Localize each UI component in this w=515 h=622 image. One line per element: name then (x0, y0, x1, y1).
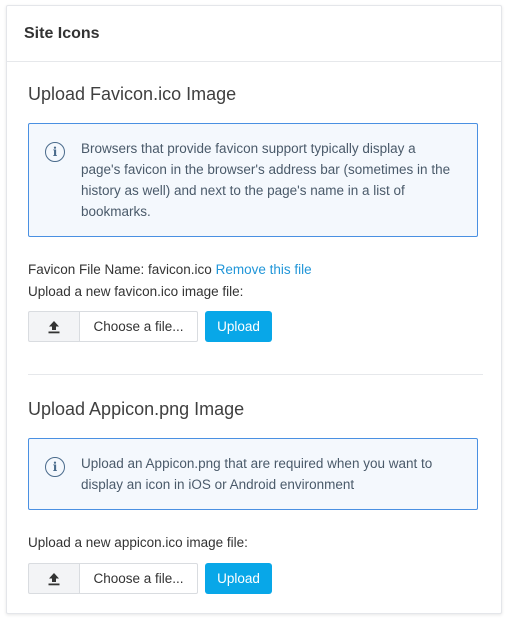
appicon-info-line: Upload an Appicon.png that are required … (81, 456, 433, 471)
appicon-upload-button[interactable]: Upload (205, 563, 272, 594)
favicon-upload-button[interactable]: Upload (205, 311, 272, 342)
favicon-section-title-wrap: Upload Favicon.ico Image (28, 84, 483, 105)
appicon-info-line: display an icon in iOS or Android enviro… (81, 477, 355, 492)
site-icons-card: Site Icons Upload Favicon.ico Image i Br… (6, 5, 502, 614)
info-icon: i (45, 142, 65, 162)
favicon-file-name-row: Favicon File Name: favicon.ico Remove th… (28, 262, 312, 277)
favicon-choose-file[interactable]: Choose a file... (79, 311, 198, 342)
appicon-upload-prompt: Upload a new appicon.ico image file: (28, 535, 248, 550)
info-icon: i (45, 457, 65, 477)
appicon-choose-file[interactable]: Choose a file... (79, 563, 198, 594)
favicon-file-icon-button[interactable] (28, 311, 79, 342)
favicon-info-line: history as well) and next to the page's … (81, 183, 405, 198)
favicon-file-picker: Choose a file... Upload (28, 311, 272, 342)
remove-file-link[interactable]: Remove this file (216, 262, 312, 277)
appicon-section-title: Upload Appicon.png Image (28, 399, 245, 419)
card-header: Site Icons (7, 6, 501, 62)
appicon-section-title-wrap: Upload Appicon.png Image (28, 399, 483, 420)
appicon-file-picker: Choose a file... Upload (28, 563, 272, 594)
favicon-info-line: bookmarks. (81, 204, 151, 219)
section-divider (28, 374, 483, 375)
favicon-info-line: Browsers that provide favicon support ty… (81, 141, 416, 156)
favicon-upload-prompt: Upload a new favicon.ico image file: (28, 284, 244, 299)
favicon-info-box: i Browsers that provide favicon support … (28, 123, 478, 237)
appicon-info-box: i Upload an Appicon.png that are require… (28, 438, 478, 510)
upload-arrow-icon (48, 572, 60, 585)
upload-arrow-icon (48, 320, 60, 333)
card-title: Site Icons (24, 24, 100, 42)
favicon-info-line: page's favicon in the browser's address … (81, 162, 451, 177)
favicon-section-title: Upload Favicon.ico Image (28, 84, 237, 104)
appicon-file-icon-button[interactable] (28, 563, 79, 594)
favicon-file-name-label: Favicon File Name: favicon.ico (28, 262, 212, 277)
